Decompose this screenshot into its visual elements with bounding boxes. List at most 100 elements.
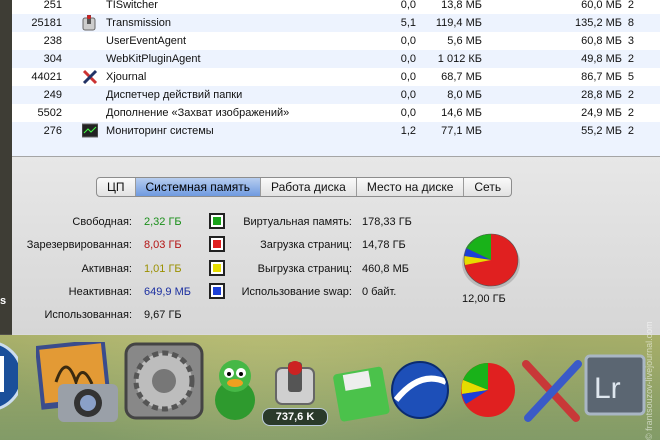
- iphoto-icon[interactable]: [34, 338, 126, 427]
- process-name-cell: TISwitcher: [106, 0, 158, 11]
- cpu-cell: 0,0: [400, 0, 416, 11]
- threads-cell: 3: [627, 35, 634, 47]
- inactive-value: 649,9 МБ: [144, 286, 191, 298]
- lightroom-icon[interactable]: Lr: [584, 354, 646, 419]
- tab-1[interactable]: Системная память: [135, 178, 261, 196]
- page-outs-value: 460,8 МБ: [362, 263, 409, 275]
- real-memory-cell: 68,7 МБ: [441, 71, 482, 83]
- tab-bar: ЦП Системная память Работа диска Место на д…: [96, 177, 513, 197]
- process-name-cell: Дополнение «Захват изображений»: [106, 107, 290, 119]
- table-row[interactable]: 25181 Transmission 5,1 119,4 МБ 135,2 МБ 8: [12, 14, 660, 32]
- threads-cell: 8: [627, 17, 634, 29]
- table-row[interactable]: 276 Мониторинг системы 1,2 77,1 МБ 55,2 МБ 2: [12, 122, 660, 140]
- cpu-cell: 0,0: [400, 35, 416, 47]
- pid-cell: 276: [43, 125, 62, 137]
- virtual-memory-label: Виртуальная память:: [243, 216, 352, 228]
- activity-monitor-icon: [81, 123, 99, 139]
- xjournal-icon: [82, 69, 98, 85]
- tab-4[interactable]: Сеть: [464, 178, 511, 196]
- virtual-memory-cell: 55,2 МБ: [581, 125, 622, 137]
- memory-pie-dock-icon[interactable]: [458, 360, 518, 423]
- table-row[interactable]: 5502 Дополнение «Захват изображений» 0,0 14…: [12, 104, 660, 122]
- pid-cell: 304: [43, 53, 62, 65]
- tab-3[interactable]: Место на диске: [357, 178, 465, 196]
- system-preferences-icon[interactable]: [122, 342, 206, 425]
- page-outs-label: Выгрузка страниц:: [257, 263, 352, 275]
- inactive-label: Неактивная:: [68, 286, 132, 298]
- process-table[interactable]: 251 TISwitcher 0,0 13,8 МБ 60,0 МБ 2 25181 Tran…: [12, 0, 660, 156]
- pid-cell: 238: [43, 35, 62, 47]
- table-row[interactable]: 251 TISwitcher 0,0 13,8 МБ 60,0 МБ 2: [12, 0, 660, 14]
- real-memory-cell: 13,8 МБ: [441, 0, 482, 11]
- real-memory-cell: 8,0 МБ: [447, 89, 482, 101]
- process-name-cell: UserEventAgent: [106, 35, 187, 47]
- google-earth-icon[interactable]: [390, 360, 450, 423]
- table-row[interactable]: 249 Диспетчер действий папки 0,0 8,0 МБ 28,8…: [12, 86, 660, 104]
- virtual-memory-cell: 60,0 МБ: [581, 0, 622, 11]
- floppy-save-icon[interactable]: [332, 362, 392, 425]
- tab-2[interactable]: Работа диска: [261, 178, 357, 196]
- cpu-cell: 1,2: [400, 125, 416, 137]
- process-name-cell: Transmission: [106, 17, 171, 29]
- virtual-memory-value: 178,33 ГБ: [362, 216, 412, 228]
- used-value: 9,67 ГБ: [144, 309, 182, 321]
- table-row-partial[interactable]: [12, 140, 660, 156]
- real-memory-cell: 77,1 МБ: [441, 125, 482, 137]
- pid-cell: 5502: [37, 107, 62, 119]
- partial-dock-icon[interactable]: [0, 336, 24, 419]
- cpu-cell: 0,0: [400, 107, 416, 119]
- wired-label: Зарезервированная:: [26, 239, 132, 251]
- transmission-speed-badge: 737,6 K: [262, 408, 328, 426]
- tab-0[interactable]: ЦП: [97, 178, 136, 196]
- free-value: 2,32 ГБ: [144, 216, 182, 228]
- total-memory: 12,00 ГБ: [462, 293, 506, 305]
- table-row[interactable]: 44021 Xjournal 0,0 68,7 МБ 86,7 МБ 5: [12, 68, 660, 86]
- process-name-cell: Диспетчер действий папки: [106, 89, 243, 101]
- left-window-edge: s: [0, 0, 12, 335]
- threads-cell: 5: [627, 71, 634, 83]
- system-memory-panel: ЦП Системная память Работа диска Место на д…: [12, 156, 660, 335]
- free-label: Свободная:: [72, 216, 132, 228]
- used-label: Использованная:: [44, 309, 132, 321]
- watermark: © frantsouzov-livejournal.com: [644, 321, 654, 440]
- cpu-cell: 0,0: [400, 53, 416, 65]
- activity-monitor-window: 251 TISwitcher 0,0 13,8 МБ 60,0 МБ 2 25181 Tran…: [12, 0, 660, 335]
- swap-used-value: 0 байт.: [362, 286, 397, 298]
- process-name-cell: Xjournal: [106, 71, 147, 83]
- table-row[interactable]: 304 WebKitPluginAgent 0,0 1 012 КБ 49,8 МБ 2: [12, 50, 660, 68]
- cpu-cell: 5,1: [400, 17, 416, 29]
- virtual-memory-cell: 86,7 МБ: [581, 71, 622, 83]
- cpu-cell: 0,0: [400, 71, 416, 83]
- page-ins-label: Загрузка страниц:: [260, 239, 352, 251]
- virtual-memory-cell: 60,8 МБ: [581, 35, 622, 47]
- wired-value: 8,03 ГБ: [144, 239, 182, 251]
- process-name-cell: WebKitPluginAgent: [106, 53, 201, 65]
- cpu-cell: 0,0: [400, 89, 416, 101]
- pid-cell: 249: [43, 89, 62, 101]
- real-memory-cell: 119,4 МБ: [435, 17, 482, 29]
- threads-cell: 2: [627, 53, 634, 65]
- real-memory-cell: 5,6 МБ: [447, 35, 482, 47]
- real-memory-cell: 14,6 МБ: [441, 107, 482, 119]
- adium-duck-icon[interactable]: [210, 356, 260, 425]
- pid-cell: 44021: [31, 71, 62, 83]
- pid-cell: 25181: [31, 17, 62, 29]
- transmission-icon: [82, 15, 98, 31]
- virtual-memory-cell: 135,2 МБ: [575, 17, 622, 29]
- svg-text:Lr: Lr: [594, 372, 621, 405]
- virtual-memory-cell: 49,8 МБ: [581, 53, 622, 65]
- table-row[interactable]: 238 UserEventAgent 0,0 5,6 МБ 60,8 МБ 3: [12, 32, 660, 50]
- real-memory-cell: 1 012 КБ: [437, 53, 482, 65]
- swap-used-label: Использование swap:: [241, 286, 352, 298]
- virtual-memory-cell: 28,8 МБ: [581, 89, 622, 101]
- pid-cell: 251: [43, 0, 62, 11]
- memory-pie-chart: [460, 232, 522, 293]
- page-ins-value: 14,78 ГБ: [362, 239, 406, 251]
- edge-badge: s: [0, 295, 7, 307]
- transmission-dock-icon[interactable]: [270, 360, 320, 413]
- threads-cell: 2: [627, 0, 634, 11]
- virtual-memory-cell: 24,9 МБ: [581, 107, 622, 119]
- threads-cell: 2: [627, 125, 634, 137]
- pencil-tools-icon[interactable]: [520, 356, 584, 429]
- threads-cell: 2: [627, 89, 634, 101]
